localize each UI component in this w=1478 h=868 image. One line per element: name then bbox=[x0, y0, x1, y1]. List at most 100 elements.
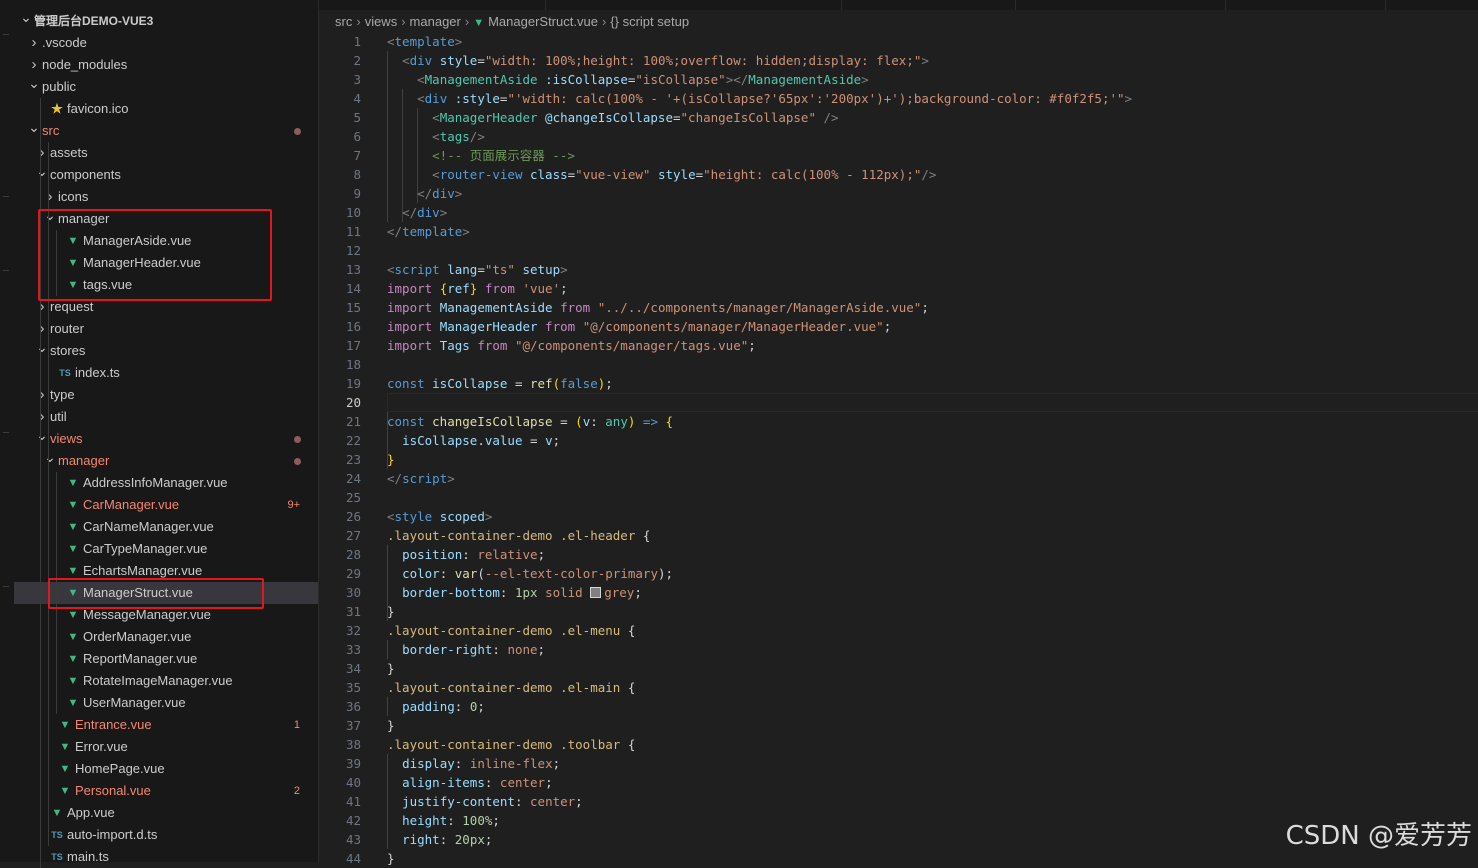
explorer-file[interactable]: ▼ Error.vue bbox=[14, 736, 318, 758]
code-line[interactable]: } bbox=[387, 450, 395, 469]
code-line[interactable]: </template> bbox=[387, 222, 470, 241]
code-line[interactable]: color: var(--el-text-color-primary); bbox=[387, 564, 673, 583]
code-line[interactable]: const isCollapse = ref(false); bbox=[387, 374, 613, 393]
explorer-folder[interactable]: ⌄ views bbox=[14, 427, 318, 450]
line-number: 38 bbox=[345, 737, 361, 752]
explorer-folder[interactable]: › router bbox=[14, 318, 318, 340]
explorer-file[interactable]: ▼ CarTypeManager.vue bbox=[14, 538, 318, 560]
code-token: ; bbox=[634, 585, 642, 600]
code-editor[interactable]: 1 <template> 2 <div style="width: 100%;hei… bbox=[319, 32, 1478, 866]
code-line[interactable]: .layout-container-demo .el-header { bbox=[387, 526, 650, 545]
explorer-folder[interactable]: ⌄ stores bbox=[14, 339, 318, 362]
code-line[interactable]: <tags/> bbox=[387, 127, 485, 146]
code-line[interactable]: .layout-container-demo .toolbar { bbox=[387, 735, 635, 754]
explorer-item-label: util bbox=[50, 409, 67, 424]
explorer-file[interactable]: ▼ HomePage.vue bbox=[14, 758, 318, 780]
explorer-folder[interactable]: › icons bbox=[14, 186, 318, 208]
code-line[interactable]: const changeIsCollapse = (v: any) => { bbox=[387, 412, 673, 431]
explorer-file[interactable]: ▼ OrderManager.vue bbox=[14, 626, 318, 648]
code-line[interactable]: </div> bbox=[387, 184, 462, 203]
explorer-file[interactable]: ▼ RotateImageManager.vue bbox=[14, 670, 318, 692]
code-line[interactable]: height: 100%; bbox=[387, 811, 500, 830]
explorer-file[interactable]: TS main.ts bbox=[14, 846, 318, 868]
code-line[interactable]: import Tags from "@/components/manager/t… bbox=[387, 336, 756, 355]
explorer-file[interactable]: ▼ CarManager.vue 9+ bbox=[14, 494, 318, 516]
breadcrumb-symbol[interactable]: {} script setup bbox=[610, 12, 689, 32]
explorer-folder[interactable]: › node_modules bbox=[14, 54, 318, 76]
explorer-file[interactable]: ★ favicon.ico bbox=[14, 98, 318, 120]
code-line[interactable]: position: relative; bbox=[387, 545, 545, 564]
explorer-file[interactable]: TS index.ts bbox=[14, 362, 318, 384]
breadcrumb-part[interactable]: manager bbox=[410, 12, 461, 32]
explorer-folder[interactable]: ⌄ 管理后台DEMO-VUE3 bbox=[14, 9, 318, 32]
breadcrumb-part[interactable]: views bbox=[365, 12, 398, 32]
code-line[interactable]: <div :style="'width: calc(100% - '+(isCo… bbox=[387, 89, 1132, 108]
explorer-file[interactable]: TS auto-import.d.ts bbox=[14, 824, 318, 846]
code-line[interactable]: <ManagerHeader @changeIsCollapse="change… bbox=[387, 108, 838, 127]
code-line[interactable]: <ManagementAside :isCollapse="isCollapse… bbox=[387, 70, 869, 89]
code-token: ; bbox=[560, 281, 568, 296]
line-number: 29 bbox=[345, 566, 361, 581]
code-line[interactable]: </div> bbox=[387, 203, 447, 222]
chevron-down-icon[interactable]: ⌄ bbox=[20, 6, 32, 28]
vue-file-icon: ▼ bbox=[67, 631, 79, 643]
code-line[interactable]: </script> bbox=[387, 469, 455, 488]
explorer-file[interactable]: ▼ AddressInfoManager.vue bbox=[14, 472, 318, 494]
line-number: 10 bbox=[345, 205, 361, 220]
explorer-folder[interactable]: › .vscode bbox=[14, 32, 318, 54]
explorer-folder[interactable]: ⌄ public bbox=[14, 75, 318, 98]
chevron-right-icon[interactable]: › bbox=[36, 384, 48, 406]
code-line[interactable]: isCollapse.value = v; bbox=[387, 431, 560, 450]
code-line[interactable]: border-right: none; bbox=[387, 640, 545, 659]
code-line[interactable]: import ManagerHeader from "@/components/… bbox=[387, 317, 891, 336]
code-line[interactable]: <template> bbox=[387, 32, 462, 51]
chevron-down-icon[interactable]: ⌄ bbox=[28, 116, 40, 138]
code-token: style bbox=[657, 167, 696, 182]
breadcrumb-part[interactable]: src bbox=[335, 12, 352, 32]
chevron-down-icon[interactable]: ⌄ bbox=[28, 72, 40, 94]
explorer-folder[interactable]: ⌄ components bbox=[14, 163, 318, 186]
code-line[interactable]: right: 20px; bbox=[387, 830, 492, 849]
code-line[interactable]: } bbox=[387, 659, 395, 678]
code-line[interactable]: <style scoped> bbox=[387, 507, 492, 526]
code-line[interactable]: display: inline-flex; bbox=[387, 754, 560, 773]
explorer-file[interactable]: ▼ Personal.vue 2 bbox=[14, 780, 318, 802]
chevron-down-icon[interactable]: ⌄ bbox=[36, 424, 48, 446]
code-token: > bbox=[1124, 91, 1133, 106]
code-line[interactable]: .layout-container-demo .el-menu { bbox=[387, 621, 635, 640]
code-line[interactable]: .layout-container-demo .el-main { bbox=[387, 678, 635, 697]
code-line[interactable]: border-bottom: 1px solid grey; bbox=[387, 583, 642, 602]
code-line[interactable]: align-items: center; bbox=[387, 773, 553, 792]
explorer-folder[interactable]: › util bbox=[14, 406, 318, 428]
code-line[interactable]: <router-view class="vue-view" style="hei… bbox=[387, 165, 936, 184]
code-token: < bbox=[387, 509, 395, 524]
code-line[interactable]: } bbox=[387, 602, 395, 621]
explorer-file[interactable]: ▼ ReportManager.vue bbox=[14, 648, 318, 670]
explorer-folder[interactable]: › assets bbox=[14, 142, 318, 164]
explorer-folder[interactable]: ⌄ manager bbox=[14, 449, 318, 472]
chevron-right-icon[interactable]: › bbox=[28, 32, 40, 54]
code-line[interactable]: <script lang="ts" setup> bbox=[387, 260, 568, 279]
code-token: : bbox=[484, 775, 500, 790]
explorer-file[interactable]: ▼ App.vue bbox=[14, 802, 318, 824]
code-line[interactable]: <div style="width: 100%;height: 100%;ove… bbox=[387, 51, 929, 70]
chevron-down-icon[interactable]: ⌄ bbox=[36, 336, 48, 358]
code-line[interactable]: padding: 0; bbox=[387, 697, 485, 716]
code-line[interactable]: } bbox=[387, 849, 395, 868]
code-line[interactable]: justify-content: center; bbox=[387, 792, 583, 811]
explorer-folder[interactable]: ⌄ src bbox=[14, 119, 318, 142]
explorer-folder[interactable]: › type bbox=[14, 384, 318, 406]
breadcrumb-file[interactable]: ManagerStruct.vue bbox=[488, 12, 598, 32]
code-token: "../../components/manager/ManagerAside.v… bbox=[597, 300, 922, 315]
code-line[interactable]: } bbox=[387, 716, 395, 735]
explorer-file[interactable]: ▼ Entrance.vue 1 bbox=[14, 714, 318, 736]
code-token: </ bbox=[387, 224, 403, 239]
explorer-file[interactable]: ▼ CarNameManager.vue bbox=[14, 516, 318, 538]
code-line[interactable]: <!-- 页面展示容器 --> bbox=[387, 146, 575, 165]
chevron-down-icon[interactable]: ⌄ bbox=[36, 160, 48, 182]
code-line[interactable]: import ManagementAside from "../../compo… bbox=[387, 298, 929, 317]
code-token: : bbox=[499, 585, 515, 600]
code-line[interactable]: import {ref} from 'vue'; bbox=[387, 279, 568, 298]
chevron-down-icon[interactable]: ⌄ bbox=[44, 446, 56, 468]
explorer-file[interactable]: ▼ UserManager.vue bbox=[14, 692, 318, 714]
